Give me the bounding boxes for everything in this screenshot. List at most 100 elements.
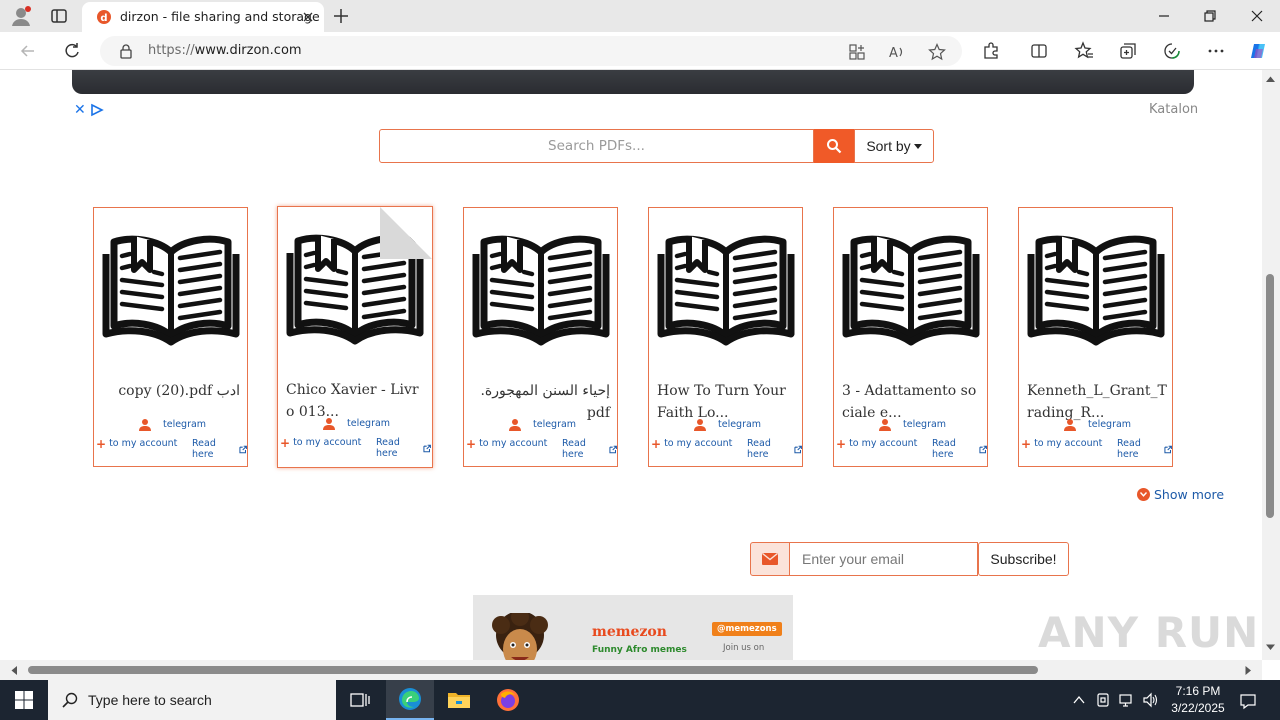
author-name[interactable]: telegram: [533, 419, 576, 430]
windows-taskbar: Type here to search 7:16 PM 3/22/2025: [0, 680, 1280, 720]
taskbar-search-box[interactable]: Type here to search: [48, 680, 336, 720]
browser-essentials-icon[interactable]: [1162, 41, 1182, 61]
url-text[interactable]: https://www.dirzon.com: [148, 43, 302, 58]
firefox-button[interactable]: [484, 680, 532, 720]
memezon-ad[interactable]: memezon Funny Afro memes @memezons Join …: [473, 595, 793, 660]
vertical-scroll-thumb[interactable]: [1266, 274, 1274, 518]
split-screen-icon[interactable]: [1029, 41, 1049, 61]
add-to-account-link[interactable]: + to my account: [1021, 436, 1102, 451]
pdf-card-actions: + to my account Read here: [649, 438, 802, 460]
pdf-card-actions: + to my account Read here: [834, 438, 987, 460]
adchoices-icon[interactable]: [90, 103, 104, 117]
read-here-link[interactable]: Read here: [376, 437, 431, 459]
firefox-icon: [497, 689, 519, 711]
file-explorer-button[interactable]: [435, 680, 483, 720]
scroll-left-icon[interactable]: [11, 666, 18, 675]
extensions-icon[interactable]: [981, 41, 1001, 61]
pdf-card-actions: + to my account Read here: [464, 438, 617, 460]
open-book-icon: [842, 230, 980, 346]
system-clock[interactable]: 7:16 PM 3/22/2025: [1162, 683, 1234, 717]
read-here-link[interactable]: Read here: [932, 438, 987, 460]
restore-icon[interactable]: [1200, 6, 1220, 26]
external-link-icon: [239, 445, 247, 453]
author-name[interactable]: telegram: [347, 418, 390, 429]
show-more-link[interactable]: Show more: [1137, 487, 1224, 502]
window-close-icon[interactable]: [1247, 6, 1267, 26]
tab-dirzon[interactable]: d dirzon - file sharing and storage: [82, 2, 324, 32]
back-icon[interactable]: [18, 41, 38, 61]
author-name[interactable]: telegram: [1088, 419, 1131, 430]
pdf-card[interactable]: How To Turn Your Faith Lo... telegram + t…: [648, 207, 803, 467]
ad-close-icon[interactable]: ✕: [74, 102, 86, 118]
search-button[interactable]: [814, 129, 854, 163]
volume-icon[interactable]: [1142, 692, 1158, 708]
scroll-up-icon[interactable]: [1266, 76, 1275, 83]
tab-actions-icon[interactable]: [50, 7, 68, 25]
task-view-button[interactable]: [336, 680, 384, 720]
pdf-card[interactable]: 3 - Adattamento sociale e... telegram + t…: [833, 207, 988, 467]
read-here-link[interactable]: Read here: [192, 438, 247, 460]
user-icon: [139, 419, 151, 431]
network-icon[interactable]: [1118, 692, 1134, 708]
search-icon: [827, 139, 842, 154]
lock-icon[interactable]: [118, 43, 134, 59]
read-here-link[interactable]: Read here: [747, 438, 802, 460]
sort-by-dropdown[interactable]: Sort by: [854, 129, 934, 163]
pdf-card[interactable]: Kenneth_L_Grant_Trading_R... telegram + t…: [1018, 207, 1173, 467]
horizontal-scrollbar[interactable]: [0, 660, 1262, 680]
top-banner: [72, 70, 1194, 94]
profile-icon[interactable]: [10, 5, 32, 27]
author-name[interactable]: telegram: [903, 419, 946, 430]
more-options-icon[interactable]: [1206, 41, 1226, 61]
add-to-account-link[interactable]: + to my account: [466, 438, 547, 450]
new-tab-icon[interactable]: [332, 7, 350, 25]
edge-taskbar-button[interactable]: [386, 680, 434, 720]
ad-advertiser-label[interactable]: Katalon: [1149, 102, 1198, 117]
minimize-icon[interactable]: [1154, 6, 1174, 26]
page-curl-icon: [380, 207, 432, 259]
author-name[interactable]: telegram: [718, 419, 761, 430]
search-input[interactable]: [379, 129, 814, 163]
pdf-card[interactable]: إحياء السنن المهجورة.pdf telegram + to my…: [463, 207, 618, 467]
horizontal-scroll-thumb[interactable]: [28, 666, 1038, 674]
pdf-card-title[interactable]: ادب copy (20).pdf: [102, 380, 240, 402]
pdf-card[interactable]: Chico Xavier - Livro 013... telegram + to…: [277, 206, 433, 468]
scroll-right-icon[interactable]: [1245, 666, 1252, 675]
author-name[interactable]: telegram: [163, 419, 206, 430]
tray-chevron-up-icon[interactable]: [1071, 692, 1087, 708]
refresh-icon[interactable]: [62, 41, 82, 61]
user-icon: [1064, 419, 1076, 431]
browser-tab-bar: d dirzon - file sharing and storage: [0, 0, 1280, 32]
taskbar-search-placeholder: Type here to search: [88, 692, 212, 708]
add-to-account-link[interactable]: + to my account: [651, 438, 732, 450]
subscribe-button[interactable]: Subscribe!: [978, 542, 1069, 576]
read-aloud-icon[interactable]: A: [888, 43, 906, 61]
app-available-icon[interactable]: [848, 43, 866, 61]
scroll-down-icon[interactable]: [1266, 644, 1275, 651]
add-to-account-link[interactable]: + to my account: [280, 437, 361, 449]
email-input[interactable]: [789, 542, 978, 576]
favorites-icon[interactable]: [1074, 41, 1094, 61]
clock-date: 3/22/2025: [1171, 701, 1225, 715]
pdf-card[interactable]: ادب copy (20).pdf telegram + to my accoun…: [93, 207, 248, 467]
external-link-icon: [794, 445, 802, 453]
collections-icon[interactable]: [1118, 41, 1138, 61]
add-to-account-link[interactable]: + to my account: [836, 438, 917, 450]
copilot-icon[interactable]: [1248, 41, 1268, 61]
read-here-link[interactable]: Read here: [1117, 438, 1172, 460]
tab-close-icon[interactable]: [300, 9, 316, 25]
clock-time: 7:16 PM: [1175, 684, 1221, 698]
url-bar[interactable]: https://www.dirzon.com A: [100, 36, 962, 66]
start-button[interactable]: [0, 680, 48, 720]
vertical-scrollbar[interactable]: [1262, 70, 1280, 660]
caret-down-icon: [913, 143, 922, 149]
read-here-link[interactable]: Read here: [562, 438, 617, 460]
favorite-star-icon[interactable]: [928, 43, 946, 61]
external-link-icon: [979, 445, 987, 453]
promo-tagline: Funny Afro memes: [592, 645, 687, 655]
tray-device-icon[interactable]: [1095, 692, 1111, 708]
notifications-icon[interactable]: [1239, 692, 1257, 710]
chevron-down-icon: [1137, 488, 1150, 501]
plus-icon: +: [1021, 436, 1032, 451]
add-to-account-link[interactable]: + to my account: [96, 438, 177, 450]
